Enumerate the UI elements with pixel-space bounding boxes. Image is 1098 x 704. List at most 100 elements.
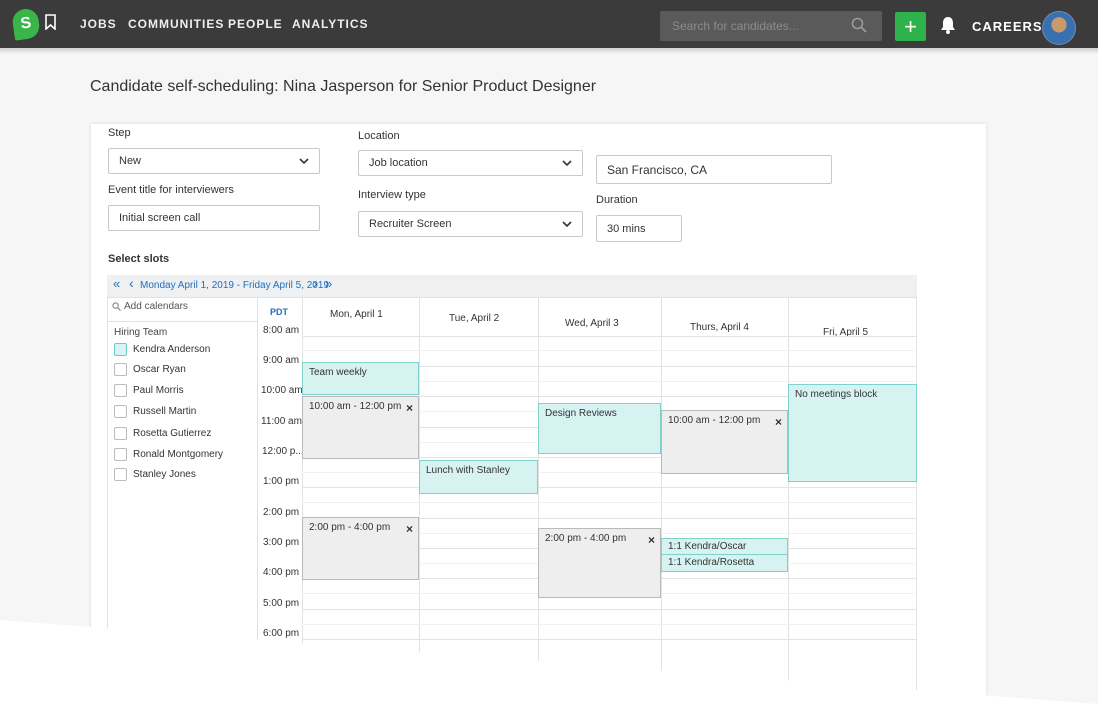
nav-communities[interactable]: COMMUNITIES [128,17,224,31]
time-label: 5:00 pm [263,598,300,609]
team-member-name: Stanley Jones [133,469,196,480]
close-icon[interactable]: × [648,533,655,547]
sidebar-divider [257,297,258,697]
event-title-label: Event title for interviewers [108,184,234,196]
nav-people[interactable]: PEOPLE [228,17,283,31]
hour-gridline [302,487,917,488]
busy-event[interactable]: Team weekly [302,362,419,395]
selected-slot[interactable]: 2:00 pm - 4:00 pm × [302,517,419,580]
team-member-checkbox[interactable] [114,405,127,418]
chevron-down-icon [562,160,572,167]
day-column-divider [419,297,420,697]
event-title-input[interactable]: Initial screen call [108,205,320,231]
hiring-team-label: Hiring Team [114,327,168,338]
search-icon[interactable] [851,17,867,33]
location-text-input[interactable]: San Francisco, CA [596,155,832,184]
duration-input[interactable]: 30 mins [596,215,682,242]
close-icon[interactable]: × [406,522,413,536]
event-label: 1:1 Kendra/Oscar [668,541,747,552]
event-label: Team weekly [309,367,367,378]
calendar-grid [107,297,917,697]
app-window: S JOBS COMMUNITIES PEOPLE ANALYTICS + CA… [0,0,1098,704]
close-icon[interactable]: × [406,401,413,415]
slot-time-label: 2:00 pm - 4:00 pm [545,533,627,544]
team-member-checkbox[interactable] [114,384,127,397]
half-hour-gridline [302,502,917,503]
time-label: 6:00 pm [263,628,300,639]
location-text-value: San Francisco, CA [607,162,708,177]
add-button-label: + [904,13,917,39]
hour-gridline [302,639,917,640]
interview-type-select[interactable]: Recruiter Screen [358,211,583,237]
event-label: No meetings block [795,389,878,400]
app-logo[interactable]: S [11,7,41,41]
hour-gridline [302,336,917,337]
careers-link[interactable]: CAREERS [972,19,1043,34]
duration-label: Duration [596,194,638,206]
team-member-checkbox[interactable] [114,343,127,356]
interview-type-value: Recruiter Screen [369,218,452,230]
day-column-divider [302,297,303,697]
nav-jobs[interactable]: JOBS [80,17,117,31]
bookmark-icon[interactable] [45,14,56,30]
user-avatar[interactable] [1042,11,1076,45]
team-member-name: Oscar Ryan [133,364,186,375]
team-member-checkbox[interactable] [114,448,127,461]
top-navigation-bar: S JOBS COMMUNITIES PEOPLE ANALYTICS + CA… [0,0,1098,48]
timezone-label: PDT [270,307,288,317]
week-navigation-bar: « ‹ Monday April 1, 2019 - Friday April … [107,275,917,297]
first-week-button[interactable]: « [113,276,120,291]
half-hour-gridline [302,624,917,625]
time-label: 10:00 am [261,385,303,396]
day-header-thu: Thurs, April 4 [690,322,749,333]
step-label: Step [108,127,131,139]
last-week-button[interactable]: » [325,276,332,291]
add-button[interactable]: + [895,12,926,41]
selected-slot[interactable]: 10:00 am - 12:00 pm × [302,396,419,459]
busy-event[interactable]: Design Reviews [538,403,661,454]
busy-event[interactable]: 1:1 Kendra/Rosetta [661,554,788,572]
search-icon [112,302,121,311]
close-icon[interactable]: × [775,415,782,429]
add-calendars-divider [107,321,258,322]
team-member-checkbox[interactable] [114,427,127,440]
selected-slot[interactable]: 10:00 am - 12:00 pm × [661,410,788,474]
slot-time-label: 10:00 am - 12:00 pm [668,415,761,426]
event-label: Lunch with Stanley [426,465,510,476]
nav-analytics[interactable]: ANALYTICS [292,17,369,31]
topbar-shadow [0,48,1098,54]
busy-event[interactable]: 1:1 Kendra/Oscar [661,538,788,555]
half-hour-gridline [302,350,917,351]
time-label: 9:00 am [263,355,300,366]
bell-icon[interactable] [940,16,956,34]
busy-event[interactable]: Lunch with Stanley [419,460,538,494]
hour-gridline [302,609,917,610]
day-header-mon: Mon, April 1 [330,309,383,320]
event-label: 1:1 Kendra/Rosetta [668,557,755,568]
time-label: 3:00 pm [263,537,300,548]
select-slots-title: Select slots [108,253,170,265]
team-member-name: Russell Martin [133,406,197,417]
interview-type-label: Interview type [358,189,426,201]
add-calendars-placeholder: Add calendars [124,301,188,312]
next-week-button[interactable]: › [313,275,318,291]
day-header-tue: Tue, April 2 [449,313,500,324]
selected-slot[interactable]: 2:00 pm - 4:00 pm × [538,528,661,598]
event-label: Design Reviews [545,408,617,419]
busy-event[interactable]: No meetings block [788,384,917,482]
team-member-checkbox[interactable] [114,363,127,376]
step-select[interactable]: New [108,148,320,174]
location-select[interactable]: Job location [358,150,583,176]
date-range-label: Monday April 1, 2019 - Friday April 5, 2… [140,280,329,291]
team-member-checkbox[interactable] [114,468,127,481]
team-member-name: Paul Morris [133,385,184,396]
time-label: 12:00 p... [262,446,304,457]
slot-time-label: 10:00 am - 12:00 pm [309,401,402,412]
location-label: Location [358,130,400,142]
previous-week-button[interactable]: ‹ [129,275,134,291]
time-label: 8:00 am [263,325,300,336]
candidate-search-input[interactable] [660,11,882,41]
time-label: 2:00 pm [263,507,300,518]
slot-time-label: 2:00 pm - 4:00 pm [309,522,391,533]
day-header-wed: Wed, April 3 [565,318,619,329]
